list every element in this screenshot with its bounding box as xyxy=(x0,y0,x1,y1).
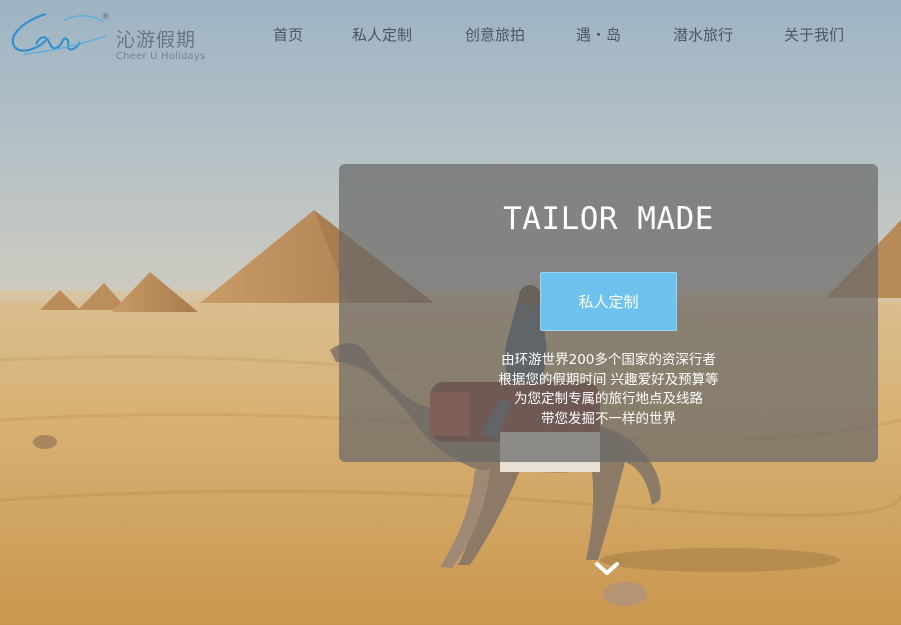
nav-item-island[interactable]: 遇・岛 xyxy=(576,24,621,45)
nav-item-creative-photo[interactable]: 创意旅拍 xyxy=(465,24,525,45)
description-line: 为您定制专属的旅行地点及线路 xyxy=(514,391,703,407)
hero-description: 由环游世界200多个国家的资深行者 根据您的假期时间 兴趣爱好及预算等 为您定制… xyxy=(339,351,878,429)
tailor-made-button[interactable]: 私人定制 xyxy=(540,272,677,331)
brand-name-en: Cheer U Holidays xyxy=(116,51,206,62)
brand-name-cn: 沁游假期 xyxy=(116,29,197,51)
script-signature-logo-icon xyxy=(11,12,107,55)
hero-card: TAILOR MADE 私人定制 由环游世界200多个国家的资深行者 根据您的假… xyxy=(339,164,878,462)
nav-item-about-us[interactable]: 关于我们 xyxy=(784,24,844,45)
nav-item-home[interactable]: 首页 xyxy=(273,24,303,45)
brand-logo[interactable]: ® 沁游假期 Cheer U Holidays xyxy=(6,6,206,62)
description-line: 根据您的假期时间 兴趣爱好及预算等 xyxy=(498,371,719,388)
description-line: 由环游世界200多个国家的资深行者 xyxy=(501,352,716,368)
description-line: 带您发掘不一样的世界 xyxy=(541,410,676,427)
registered-mark: ® xyxy=(101,12,110,22)
hero-title: TAILOR MADE xyxy=(503,201,714,237)
nav-item-tailor-made[interactable]: 私人定制 xyxy=(352,24,412,45)
chevron-down-icon[interactable] xyxy=(594,560,620,578)
nav-item-diving-travel[interactable]: 潜水旅行 xyxy=(673,24,733,45)
